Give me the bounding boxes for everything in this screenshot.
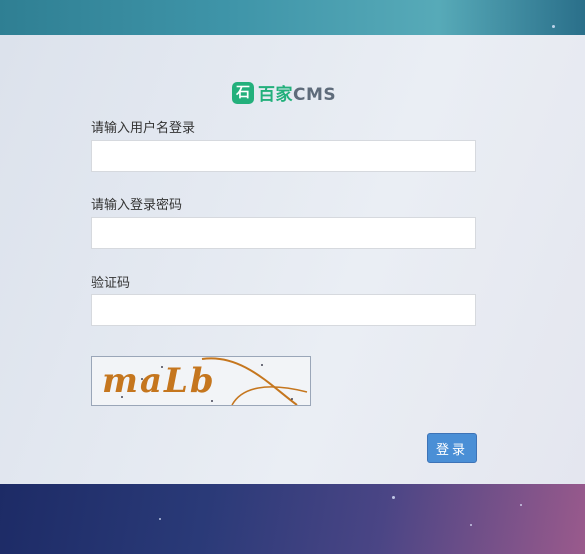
username-label: 请输入用户名登录 [91,121,196,136]
star-decoration [470,524,472,526]
password-label: 请输入登录密码 [91,198,183,213]
brand-logo: 石 百家CMS [232,80,336,105]
star-decoration [552,25,555,28]
logo-suffix: CMS [293,85,337,105]
logo-brand: 百家 [258,85,293,105]
star-decoration [159,518,161,520]
username-input[interactable] [91,140,476,172]
captcha-label: 验证码 [91,276,131,291]
star-decoration [392,496,395,499]
login-panel: 石 百家CMS 请输入用户名登录 请输入登录密码 验证码 maLb 登录 [0,35,585,484]
star-decoration [520,504,522,506]
bottom-background-band [0,484,585,554]
top-background-band [0,0,585,35]
logo-text: 百家CMS [258,80,336,105]
captcha-image[interactable]: maLb [91,356,311,406]
captcha-input[interactable] [91,294,476,326]
login-button[interactable]: 登录 [427,433,477,463]
logo-icon: 石 [232,81,254,104]
password-input[interactable] [91,217,476,249]
captcha-text: maLb [102,361,216,401]
